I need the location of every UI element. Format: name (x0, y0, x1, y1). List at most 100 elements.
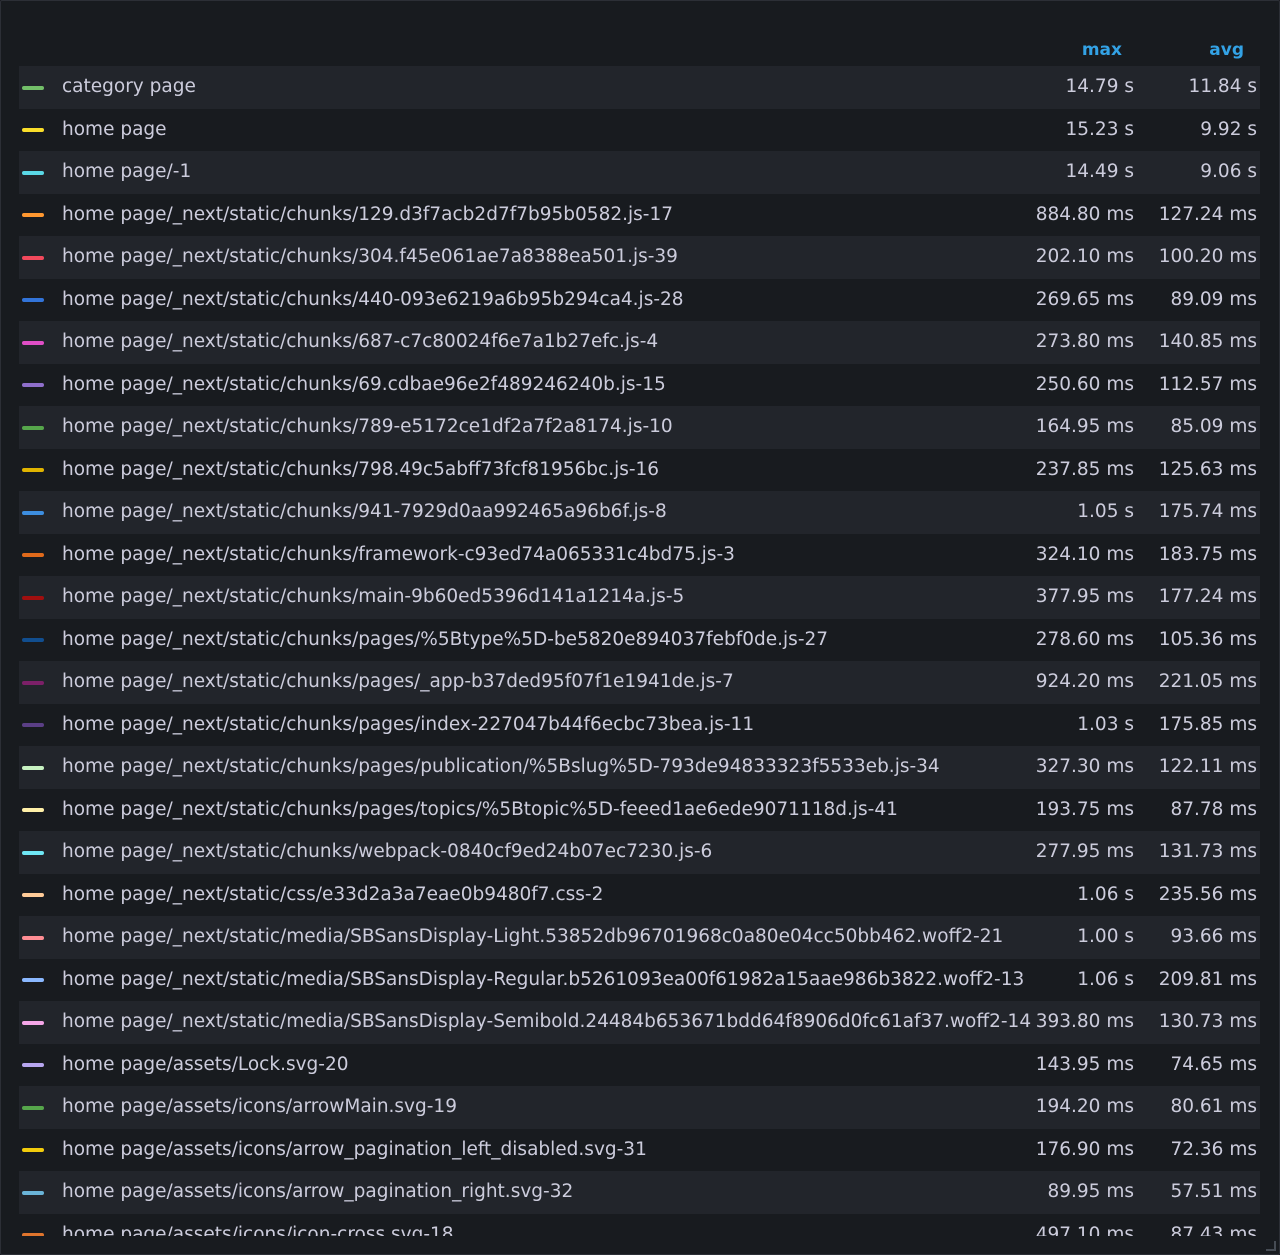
legend-row[interactable]: home page/_next/static/chunks/798.49c5ab… (19, 449, 1260, 492)
legend-row[interactable]: home page/_next/static/css/e33d2a3a7eae0… (19, 874, 1260, 917)
series-label[interactable]: home page/assets/icons/arrow_pagination_… (62, 1171, 573, 1214)
series-color-swatch[interactable] (22, 468, 44, 472)
series-label[interactable]: home page/_next/static/chunks/129.d3f7ac… (62, 194, 673, 237)
legend-row[interactable]: home page/_next/static/media/SBSansDispl… (19, 959, 1260, 1002)
series-color-swatch[interactable] (22, 298, 44, 302)
series-color-swatch[interactable] (22, 638, 44, 642)
series-label[interactable]: home page/_next/static/chunks/pages/_app… (62, 661, 734, 704)
series-avg-value: 105.36 ms (1158, 628, 1257, 650)
series-label[interactable]: home page/assets/icons/arrow_pagination_… (62, 1129, 647, 1172)
series-max-value: 327.30 ms (1035, 756, 1134, 777)
legend-row[interactable]: home page/_next/static/chunks/789-e5172c… (19, 406, 1260, 449)
series-color-swatch[interactable] (22, 893, 44, 897)
series-color-swatch[interactable] (22, 553, 44, 557)
series-color-swatch[interactable] (22, 425, 44, 430)
legend-row[interactable]: home page/_next/static/media/SBSansDispl… (19, 1001, 1260, 1044)
series-label[interactable]: home page/_next/static/chunks/304.f45e06… (62, 236, 678, 279)
series-color-swatch[interactable] (22, 383, 44, 387)
series-label[interactable]: home page/_next/static/chunks/pages/%5Bt… (62, 619, 828, 662)
series-label[interactable]: home page/-1 (62, 151, 191, 194)
series-color-swatch[interactable] (22, 808, 44, 812)
legend-row[interactable]: home page/_next/static/chunks/pages/inde… (19, 704, 1260, 747)
legend-row[interactable]: home page/_next/static/chunks/framework-… (19, 534, 1260, 577)
series-color-swatch[interactable] (22, 85, 44, 90)
series-label[interactable]: home page/_next/static/chunks/framework-… (62, 534, 735, 577)
series-color-swatch[interactable] (22, 850, 44, 855)
series-color-swatch[interactable] (22, 340, 44, 345)
series-label[interactable]: home page/_next/static/chunks/941-7929d0… (62, 491, 667, 534)
sort-by-max-header[interactable]: max (1082, 40, 1122, 60)
legend-row[interactable]: home page 15.23 s 9.92 s (19, 109, 1260, 152)
panel-resize-handle[interactable] (1266, 1241, 1276, 1251)
series-avg-value: 127.24 ms (1158, 203, 1257, 225)
series-max-value: 324.10 ms (1035, 543, 1134, 565)
series-label[interactable]: home page/_next/static/chunks/main-9b60e… (62, 576, 684, 619)
legend-row[interactable]: home page/_next/static/media/SBSansDispl… (19, 916, 1260, 959)
series-avg-value: 175.85 ms (1158, 713, 1257, 735)
series-color-swatch[interactable] (22, 1233, 44, 1236)
series-color-swatch[interactable] (22, 1148, 44, 1152)
legend-row[interactable]: home page/_next/static/chunks/pages/topi… (19, 789, 1260, 832)
series-label[interactable]: home page/_next/static/chunks/pages/inde… (62, 704, 754, 747)
legend-row[interactable]: home page/_next/static/chunks/pages/_app… (19, 661, 1260, 704)
legend-row[interactable]: home page/_next/static/chunks/304.f45e06… (19, 236, 1260, 279)
series-color-swatch[interactable] (22, 213, 44, 217)
series-color-swatch[interactable] (22, 1020, 44, 1025)
legend-row[interactable]: home page/_next/static/chunks/pages/%5Bt… (19, 619, 1260, 662)
legend-row[interactable]: home page/_next/static/chunks/pages/publ… (19, 746, 1260, 789)
series-label[interactable]: home page/_next/static/chunks/69.cdbae96… (62, 364, 666, 407)
series-label[interactable]: home page (62, 109, 167, 152)
series-max-value: 269.65 ms (1035, 288, 1134, 310)
legend-row[interactable]: home page/_next/static/chunks/webpack-08… (19, 831, 1260, 874)
series-color-swatch[interactable] (22, 595, 44, 600)
series-color-swatch[interactable] (22, 1105, 44, 1110)
sort-by-avg-header[interactable]: avg (1209, 40, 1244, 60)
series-label[interactable]: home page/_next/static/chunks/webpack-08… (62, 831, 712, 874)
series-color-swatch[interactable] (22, 170, 44, 175)
series-color-swatch[interactable] (22, 1190, 44, 1195)
series-color-swatch[interactable] (22, 723, 44, 727)
series-color-swatch[interactable] (22, 510, 44, 515)
series-label[interactable]: home page/assets/icons/arrowMain.svg-19 (62, 1086, 457, 1129)
legend-row[interactable]: home page/_next/static/chunks/69.cdbae96… (19, 364, 1260, 407)
series-label[interactable]: home page/_next/static/chunks/pages/topi… (62, 789, 898, 832)
legend-row[interactable]: home page/assets/icons/icon-cross.svg-18… (19, 1214, 1260, 1237)
legend-row[interactable]: home page/_next/static/chunks/687-c7c800… (19, 321, 1260, 364)
series-label[interactable]: home page/_next/static/media/SBSansDispl… (62, 959, 1024, 1002)
series-label[interactable]: home page/_next/static/chunks/pages/publ… (62, 746, 940, 789)
series-label[interactable]: home page/_next/static/chunks/798.49c5ab… (62, 449, 659, 492)
series-color-swatch[interactable] (22, 1063, 44, 1067)
series-color-swatch[interactable] (22, 935, 44, 940)
series-label[interactable]: home page/_next/static/chunks/687-c7c800… (62, 321, 658, 364)
series-max-value: 176.90 ms (1035, 1138, 1134, 1160)
legend-row[interactable]: home page/-1 14.49 s 9.06 s (19, 151, 1260, 194)
series-color-swatch[interactable] (22, 128, 44, 132)
legend-row[interactable]: home page/assets/icons/arrow_pagination_… (19, 1171, 1260, 1214)
series-max-value: 250.60 ms (1035, 373, 1134, 395)
series-label[interactable]: home page/assets/icons/icon-cross.svg-18 (62, 1214, 454, 1237)
legend-row[interactable]: home page/assets/icons/arrow_pagination_… (19, 1129, 1260, 1172)
legend-row[interactable]: home page/_next/static/chunks/129.d3f7ac… (19, 194, 1260, 237)
series-label[interactable]: home page/assets/Lock.svg-20 (62, 1044, 349, 1087)
series-label[interactable]: home page/_next/static/css/e33d2a3a7eae0… (62, 874, 603, 917)
legend-row[interactable]: category page 14.79 s 11.84 s (19, 66, 1260, 109)
series-max-value: 164.95 ms (1035, 416, 1134, 437)
series-label[interactable]: home page/_next/static/chunks/789-e5172c… (62, 406, 673, 449)
series-max-value: 884.80 ms (1035, 203, 1134, 225)
legend-rows: category page 14.79 s 11.84 s home page 15.2… (19, 66, 1260, 1236)
series-label[interactable]: category page (62, 66, 196, 109)
series-label[interactable]: home page/_next/static/media/SBSansDispl… (62, 916, 1003, 959)
series-color-swatch[interactable] (22, 680, 44, 685)
series-avg-value: 80.61 ms (1170, 1096, 1257, 1117)
series-label[interactable]: home page/_next/static/media/SBSansDispl… (62, 1001, 1031, 1044)
series-label[interactable]: home page/_next/static/chunks/440-093e62… (62, 279, 684, 322)
series-color-swatch[interactable] (22, 978, 44, 982)
series-avg-value: 100.20 ms (1158, 246, 1257, 267)
legend-row[interactable]: home page/_next/static/chunks/main-9b60e… (19, 576, 1260, 619)
legend-row[interactable]: home page/assets/icons/arrowMain.svg-19 1… (19, 1086, 1260, 1129)
series-color-swatch[interactable] (22, 765, 44, 770)
series-color-swatch[interactable] (22, 255, 44, 260)
legend-row[interactable]: home page/assets/Lock.svg-20 143.95 ms 74.… (19, 1044, 1260, 1087)
legend-row[interactable]: home page/_next/static/chunks/941-7929d0… (19, 491, 1260, 534)
legend-row[interactable]: home page/_next/static/chunks/440-093e62… (19, 279, 1260, 322)
